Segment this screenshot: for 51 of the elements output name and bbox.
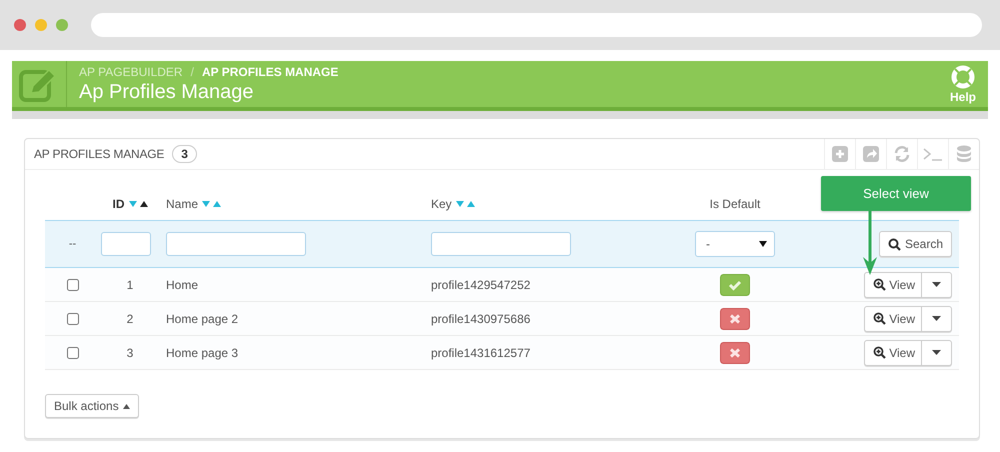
minimize-dot[interactable] [35,19,47,31]
page-title: Ap Profiles Manage [79,80,255,104]
breadcrumb-separator: / [190,64,194,78]
caret-down-icon [932,350,941,355]
table-cell-text: profile1431612577 [430,346,532,360]
tooltip: Select view [821,176,971,211]
table-cell-text: Home page 2 [165,312,240,326]
table-cell-text: profile1430975686 [430,312,532,326]
pointer-arrow [862,211,878,275]
cross-icon[interactable] [720,342,750,364]
lifebuoy-icon [950,64,975,88]
row-checkbox[interactable] [66,346,78,358]
zoom-in-icon [873,312,886,325]
table-cell-text: 1 [126,278,134,292]
caret-up-icon [122,404,130,408]
column-header: Key [431,197,452,211]
caret-down-icon [932,282,941,287]
terminal-icon [923,147,943,161]
close-dot[interactable] [14,19,26,31]
cross-icon[interactable] [720,308,750,330]
row-checkbox[interactable] [66,312,78,324]
row-checkbox[interactable] [66,278,78,290]
column-header: Name [166,197,198,211]
table-cell-text: profile1429547252 [430,278,532,292]
column-header: ID [112,197,124,211]
caret-down-icon [759,241,767,247]
table-cell-text: Home page 3 [165,346,240,360]
refresh-icon [893,146,911,162]
column-header: Is Default [710,197,760,211]
filter-marker: -- [68,238,78,250]
search-button[interactable]: Search [878,231,952,257]
table-cell-text: 3 [126,346,134,360]
search-icon [888,238,901,250]
bulk-actions-button[interactable]: Bulk actions [45,394,139,418]
default-filter-select[interactable]: - [695,231,775,257]
table-cell-text: 2 [126,312,134,326]
name-filter-field[interactable] [166,232,306,256]
share-icon [863,146,879,162]
zoom-in-icon [873,346,886,359]
sort-icon[interactable] [128,200,148,208]
panel-title: AP PROFILES MANAGE [34,147,164,161]
plus-icon [832,146,848,162]
table-cell-text: Home [165,278,200,292]
caret-down-icon [932,316,941,321]
maximize-dot[interactable] [56,19,68,31]
zoom-in-icon [873,278,886,291]
check-icon[interactable] [720,274,750,296]
id-filter-field[interactable] [101,232,151,256]
database-icon [956,145,972,163]
count-badge: 3 [172,145,197,163]
key-filter-field[interactable] [431,232,571,256]
